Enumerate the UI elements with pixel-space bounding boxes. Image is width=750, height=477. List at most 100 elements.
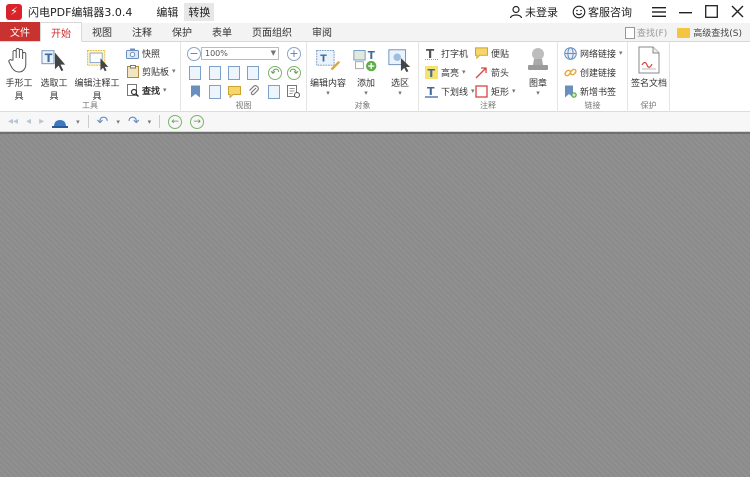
underline-label: 下划线	[441, 87, 469, 98]
properties-icon[interactable]	[287, 85, 300, 98]
undo-icon[interactable]: ↶	[97, 114, 109, 130]
rotate-right-icon[interactable]: ↷	[287, 66, 301, 80]
page-thumbnail-icon[interactable]	[209, 85, 221, 99]
create-link-button[interactable]: 创建链接	[564, 65, 616, 79]
zoom-out-icon[interactable]: −	[187, 47, 201, 61]
customer-service-button[interactable]: 客服咨询	[572, 4, 632, 20]
comment-icon[interactable]	[228, 85, 241, 98]
tab-file[interactable]: 文件	[0, 22, 40, 41]
fit-page-icon[interactable]	[189, 66, 201, 80]
find-tool-button[interactable]: 查找 ▾	[126, 83, 167, 97]
web-link-label: 网络链接	[580, 49, 617, 60]
hamburger-icon	[652, 6, 666, 17]
title-menu: 编辑 转换	[152, 2, 215, 21]
typewriter-label: 打字机	[441, 49, 469, 60]
svg-text:T: T	[427, 85, 435, 98]
find-doc-icon	[625, 26, 636, 39]
fit-width-icon[interactable]	[209, 66, 221, 80]
zoom-in-icon[interactable]: +	[287, 47, 301, 61]
find-button[interactable]: 查找(F)	[625, 26, 667, 39]
snapshot-button[interactable]: 快照	[126, 46, 160, 60]
edit-content-button[interactable]: T 编辑内容 ▾	[309, 46, 347, 97]
tab-form[interactable]: 表单	[202, 22, 242, 41]
typewriter-button[interactable]: T 打字机	[425, 46, 468, 60]
find-dropdown-icon[interactable]: ▾	[163, 86, 167, 94]
tab-protect[interactable]: 保护	[162, 22, 202, 41]
undo-dropdown-icon[interactable]: ▾	[116, 118, 120, 126]
zoom-select[interactable]: 100% ▼	[201, 47, 279, 60]
actual-size-icon[interactable]	[247, 66, 259, 80]
note-button[interactable]: 便贴	[475, 46, 509, 60]
login-button[interactable]: 未登录	[509, 4, 558, 20]
close-button[interactable]	[724, 0, 750, 23]
stamp-dropdown-icon[interactable]: ▾	[76, 118, 80, 126]
folder-search-icon	[677, 27, 691, 38]
highlight-icon: T	[425, 65, 438, 79]
sign-document-button[interactable]: 签名文档	[630, 46, 668, 89]
highlight-button[interactable]: T 高亮 ▾	[425, 65, 466, 79]
first-page-icon[interactable]: ◂◂	[8, 116, 18, 127]
next-page-icon[interactable]: ▸	[39, 116, 44, 127]
layers-icon[interactable]	[268, 85, 280, 99]
zoom-value: 100%	[205, 49, 228, 58]
underline-button[interactable]: T 下划线 ▾	[425, 84, 475, 98]
quick-access-bar: ◂◂ ◂ ▸ ▾ ↶ ▾ ↷ ▾ ← →	[0, 112, 750, 132]
edit-annotation-icon	[84, 46, 110, 74]
web-link-button[interactable]: 网络链接 ▾	[564, 46, 623, 60]
group-tools: 手形工具 T 选取工具 编辑注释工具 快照 剪贴板 ▾ 查找 ▾ 工具	[0, 42, 181, 112]
highlight-dropdown-icon[interactable]: ▾	[462, 68, 466, 76]
separator	[87, 115, 89, 128]
rectangle-icon	[475, 84, 488, 98]
fit-visible-icon[interactable]	[228, 66, 240, 80]
redo-dropdown-icon[interactable]: ▾	[148, 118, 152, 126]
chain-link-icon	[564, 66, 577, 79]
find-label: 查找(F)	[637, 29, 668, 39]
arrow-icon	[475, 66, 488, 79]
stamp-tool-icon[interactable]	[52, 116, 69, 128]
forward-view-icon[interactable]: →	[190, 114, 205, 129]
back-view-icon[interactable]: ←	[168, 114, 183, 129]
tab-review[interactable]: 审阅	[302, 22, 342, 41]
zoom-dropdown-icon: ▼	[270, 49, 276, 57]
new-bookmark-button[interactable]: 新增书签	[564, 84, 616, 98]
menu-hamburger-button[interactable]	[646, 0, 672, 23]
edit-annotation-tool-button[interactable]: 编辑注释工具	[73, 46, 121, 102]
tab-home[interactable]: 开始	[40, 22, 82, 42]
underline-icon: T	[425, 85, 438, 98]
advanced-find-button[interactable]: 高级查找(S)	[677, 26, 742, 39]
rectangle-button[interactable]: 矩形 ▾	[475, 84, 516, 98]
underline-dropdown-icon[interactable]: ▾	[471, 87, 475, 95]
rotate-left-icon[interactable]: ↶	[268, 66, 282, 80]
bookmark-icon[interactable]	[189, 85, 202, 98]
tab-annotate[interactable]: 注释	[122, 22, 162, 41]
group-links: 网络链接 ▾ 创建链接 新增书签 链接	[558, 42, 628, 112]
tab-view[interactable]: 视图	[82, 22, 122, 41]
title-bar: ⚡ 闪电PDF编辑器3.0.4 编辑 转换 未登录 客服咨询	[0, 0, 750, 23]
document-viewer-area[interactable]	[0, 132, 750, 477]
arrow-button[interactable]: 箭头	[475, 65, 509, 79]
rectangle-dropdown-icon[interactable]: ▾	[512, 87, 516, 95]
stamp-button[interactable]: 图章 ▾	[521, 46, 555, 97]
add-object-icon: T	[353, 46, 379, 74]
clipboard-button[interactable]: 剪贴板 ▾	[126, 64, 176, 78]
group-object-label: 对象	[354, 101, 371, 110]
add-button[interactable]: T 添加 ▾	[348, 46, 384, 97]
attachment-icon[interactable]	[247, 85, 260, 98]
menu-convert[interactable]: 转换	[184, 2, 215, 21]
add-label: 添加	[356, 79, 375, 89]
hand-icon	[6, 46, 32, 74]
tab-page-organize[interactable]: 页面组织	[242, 22, 302, 41]
web-link-dropdown-icon[interactable]: ▾	[619, 49, 623, 57]
redo-icon[interactable]: ↷	[128, 114, 140, 130]
select-tool-label: 选取工具	[40, 79, 68, 102]
select-area-button[interactable]: 选区 ▾	[384, 46, 416, 97]
minimize-button[interactable]	[672, 0, 698, 23]
clipboard-dropdown-icon[interactable]: ▾	[172, 67, 176, 75]
prev-page-icon[interactable]: ◂	[26, 116, 31, 127]
menu-edit[interactable]: 编辑	[152, 3, 182, 21]
select-tool-button[interactable]: T 选取工具	[37, 46, 71, 102]
highlight-label: 高亮	[441, 68, 460, 79]
maximize-button[interactable]	[698, 0, 724, 23]
hand-tool-button[interactable]: 手形工具	[2, 46, 36, 102]
svg-text:T: T	[428, 67, 436, 79]
